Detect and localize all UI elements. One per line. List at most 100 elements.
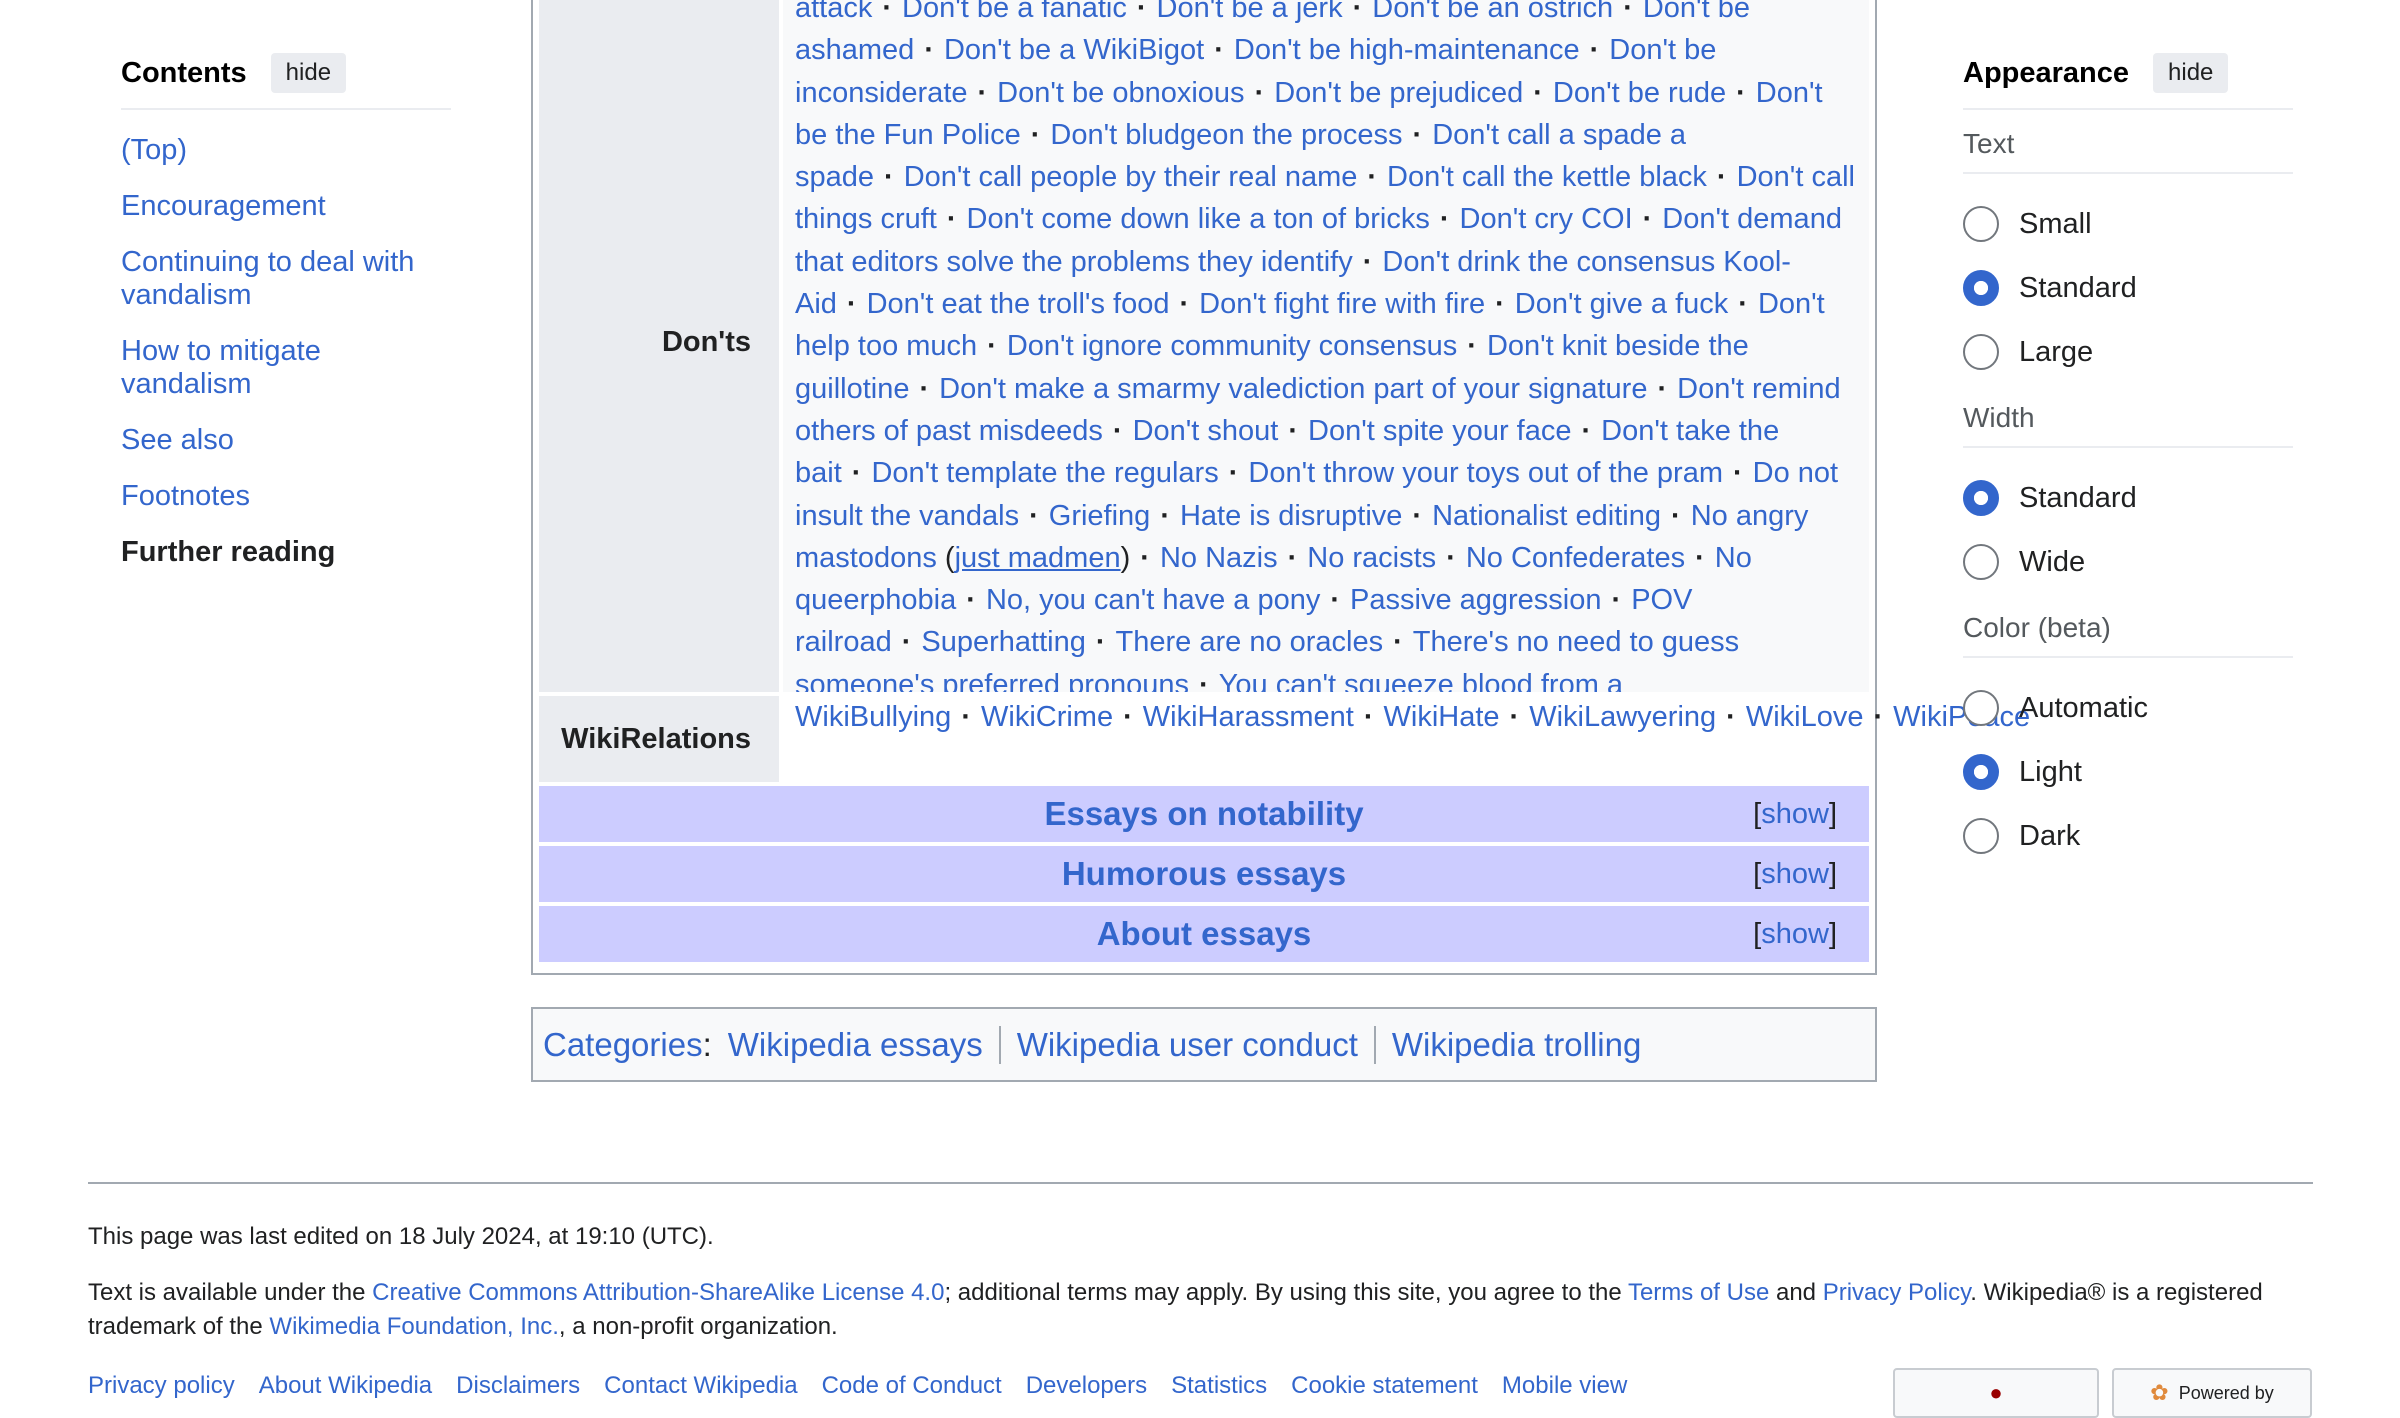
color-automatic-option[interactable]: Automatic [1963, 676, 2293, 740]
list-item[interactable]: Nationalist editing [1432, 500, 1661, 532]
list-item[interactable]: Don't be a jerk [1157, 0, 1343, 24]
last-edited: This page was last edited on 18 July 202… [88, 1223, 714, 1250]
list-item[interactable]: Don't come down like a ton of bricks [967, 203, 1430, 235]
list-item[interactable]: Don't fight fire with fire [1199, 288, 1485, 320]
radio-width-wide[interactable] [1963, 544, 1999, 580]
width-wide-option[interactable]: Wide [1963, 530, 2293, 594]
terms-link[interactable]: Terms of Use [1628, 1279, 1769, 1306]
toc-item-further-reading[interactable]: Further reading [121, 536, 451, 569]
list-item[interactable]: Don't call the kettle black [1387, 161, 1707, 193]
color-dark-option[interactable]: Dark [1963, 804, 2293, 868]
footer-link-mobile[interactable]: Mobile view [1502, 1372, 1627, 1400]
category-user-conduct[interactable]: Wikipedia user conduct [1017, 1026, 1358, 1064]
radio-color-dark-label: Dark [2019, 819, 2081, 852]
footer-link-code-of-conduct[interactable]: Code of Conduct [822, 1372, 1002, 1400]
notability-show-link[interactable]: show [1761, 798, 1829, 830]
list-item[interactable]: Don't be high-maintenance [1234, 34, 1580, 66]
toc-item-top[interactable]: (Top) [121, 134, 451, 167]
list-item[interactable]: Passive aggression [1350, 584, 1601, 616]
appearance-hide-button[interactable]: hide [2153, 53, 2229, 93]
footer-link-developers[interactable]: Developers [1026, 1372, 1147, 1400]
toc-item-mitigate[interactable]: How to mitigate vandalism [121, 335, 451, 401]
list-item[interactable]: attack [795, 0, 872, 24]
list-item[interactable]: WikiLove [1746, 701, 1864, 733]
section-title-notability: Essays on notability [show] [539, 786, 1869, 842]
mediawiki-badge[interactable]: ✿ Powered by [2112, 1368, 2312, 1418]
list-item[interactable]: Don't make a smarmy valediction part of … [939, 373, 1647, 405]
text-size-standard-option[interactable]: Standard [1963, 256, 2293, 320]
list-item[interactable]: Don't be an ostrich [1372, 0, 1613, 24]
list-item[interactable]: Griefing [1049, 500, 1151, 532]
list-separator: · [1362, 245, 1373, 278]
list-item[interactable]: Don't give a fuck [1515, 288, 1728, 320]
list-separator: · [1228, 457, 1239, 490]
list-item[interactable]: Don't template the regulars [871, 457, 1218, 489]
categories-label[interactable]: Categories [543, 1026, 703, 1064]
about-show-toggle[interactable]: [show] [1753, 918, 1837, 951]
radio-color-automatic[interactable] [1963, 690, 1999, 726]
text-size-small-option[interactable]: Small [1963, 192, 2293, 256]
footer-link-privacy[interactable]: Privacy policy [88, 1372, 235, 1400]
list-item[interactable]: Don't be obnoxious [997, 77, 1244, 109]
footer-link-disclaimers[interactable]: Disclaimers [456, 1372, 580, 1400]
list-item[interactable]: Don't shout [1133, 415, 1279, 447]
license-link[interactable]: Creative Commons Attribution-ShareAlike … [372, 1279, 944, 1306]
footer-link-about[interactable]: About Wikipedia [259, 1372, 432, 1400]
humorous-show-link[interactable]: show [1761, 858, 1829, 890]
just-madmen-link[interactable]: just madmen [955, 542, 1121, 574]
radio-width-standard[interactable] [1963, 480, 1999, 516]
radio-large[interactable] [1963, 334, 1999, 370]
list-item[interactable]: Don't be prejudiced [1274, 77, 1523, 109]
toc-item-encouragement[interactable]: Encouragement [121, 190, 451, 223]
list-item[interactable]: No Nazis [1160, 542, 1278, 574]
text-size-large-option[interactable]: Large [1963, 320, 2293, 384]
list-item[interactable]: There are no oracles [1116, 626, 1384, 658]
color-light-option[interactable]: Light [1963, 740, 2293, 804]
humorous-title[interactable]: Humorous essays [1062, 855, 1346, 893]
notability-show-toggle[interactable]: [show] [1753, 798, 1837, 831]
footer-link-contact[interactable]: Contact Wikipedia [604, 1372, 797, 1400]
list-item[interactable]: WikiCrime [981, 701, 1113, 733]
notability-title[interactable]: Essays on notability [1044, 795, 1363, 833]
radio-color-light[interactable] [1963, 754, 1999, 790]
list-item[interactable]: No, you can't have a pony [986, 584, 1320, 616]
toc-item-continuing[interactable]: Continuing to deal with vandalism [121, 246, 421, 312]
list-item[interactable]: Hate is disruptive [1180, 500, 1402, 532]
list-item[interactable]: Superhatting [921, 626, 1085, 658]
list-item[interactable]: Don't spite your face [1308, 415, 1571, 447]
toc-item-see-also[interactable]: See also [121, 424, 451, 457]
list-item[interactable]: Don't be a fanatic [902, 0, 1127, 24]
footer-link-statistics[interactable]: Statistics [1171, 1372, 1267, 1400]
list-item[interactable]: WikiLawyering [1529, 701, 1716, 733]
humorous-show-toggle[interactable]: [show] [1753, 858, 1837, 891]
list-item[interactable]: WikiBullying [795, 701, 951, 733]
list-item[interactable]: Don't throw your toys out of the pram [1248, 457, 1723, 489]
category-wikipedia-essays[interactable]: Wikipedia essays [728, 1026, 983, 1064]
list-item[interactable]: No Confederates [1466, 542, 1685, 574]
width-standard-option[interactable]: Standard [1963, 466, 2293, 530]
foundation-link[interactable]: Wikimedia Foundation, Inc. [269, 1313, 558, 1340]
footer-link-cookie[interactable]: Cookie statement [1291, 1372, 1478, 1400]
list-item[interactable]: WikiHarassment [1143, 701, 1354, 733]
list-item[interactable]: No racists [1307, 542, 1436, 574]
list-item[interactable]: WikiHate [1384, 701, 1500, 733]
radio-standard[interactable] [1963, 270, 1999, 306]
wikirelations-label: WikiRelations [561, 722, 751, 755]
category-trolling[interactable]: Wikipedia trolling [1392, 1026, 1641, 1064]
about-show-link[interactable]: show [1761, 918, 1829, 950]
list-item[interactable]: Don't ignore community consensus [1007, 330, 1457, 362]
about-title[interactable]: About essays [1097, 915, 1312, 953]
privacy-link[interactable]: Privacy Policy [1823, 1279, 1971, 1306]
radio-color-dark[interactable] [1963, 818, 1999, 854]
list-item[interactable]: Don't eat the troll's food [867, 288, 1170, 320]
list-item[interactable]: Don't be rude [1553, 77, 1726, 109]
list-item[interactable]: Don't be a WikiBigot [944, 34, 1204, 66]
radio-small[interactable] [1963, 206, 1999, 242]
list-item[interactable]: Don't cry COI [1460, 203, 1633, 235]
list-separator: · [884, 161, 894, 194]
list-item[interactable]: Don't call people by their real name [904, 161, 1358, 193]
wikimedia-badge[interactable]: ● [1893, 1368, 2099, 1418]
toc-hide-button[interactable]: hide [270, 53, 347, 93]
list-item[interactable]: Don't bludgeon the process [1050, 119, 1402, 151]
toc-item-footnotes[interactable]: Footnotes [121, 480, 451, 513]
